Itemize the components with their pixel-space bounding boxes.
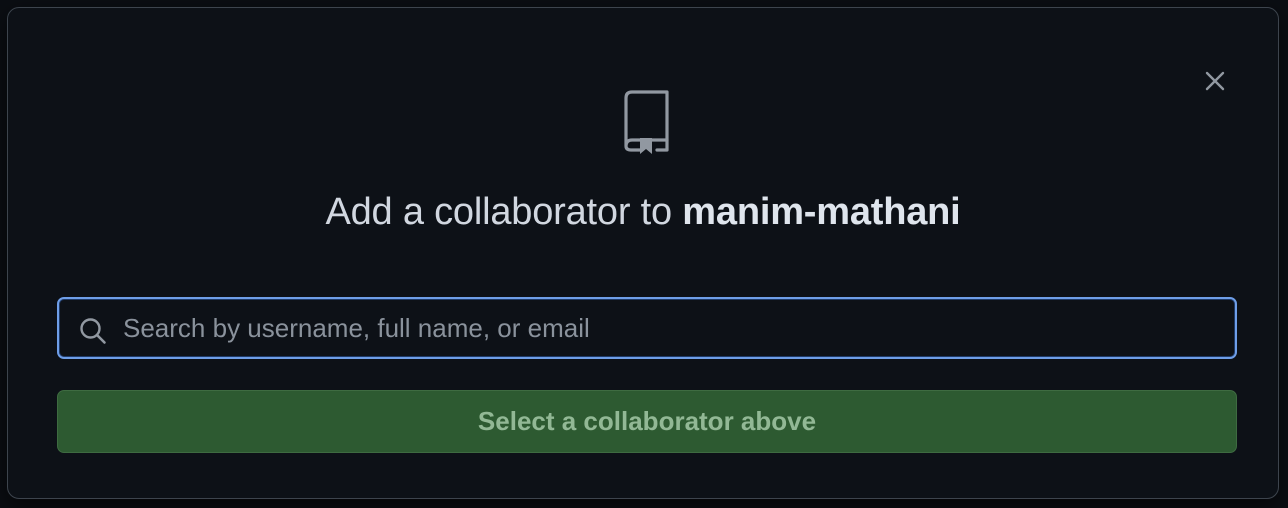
repo-icon <box>624 90 669 154</box>
search-icon <box>80 318 106 344</box>
add-collaborator-dialog: Add a collaborator to manim-mathani Sele… <box>7 7 1279 499</box>
select-collaborator-button[interactable]: Select a collaborator above <box>57 390 1237 453</box>
collaborator-search-field[interactable] <box>57 297 1237 359</box>
collaborator-search-input[interactable] <box>123 307 1213 349</box>
repo-name: manim-mathani <box>682 191 961 233</box>
close-icon <box>1205 71 1225 91</box>
dialog-title-prefix: Add a collaborator to <box>325 191 683 233</box>
dialog-title: Add a collaborator to manim-mathani <box>8 188 1278 236</box>
close-button[interactable] <box>1198 64 1232 98</box>
